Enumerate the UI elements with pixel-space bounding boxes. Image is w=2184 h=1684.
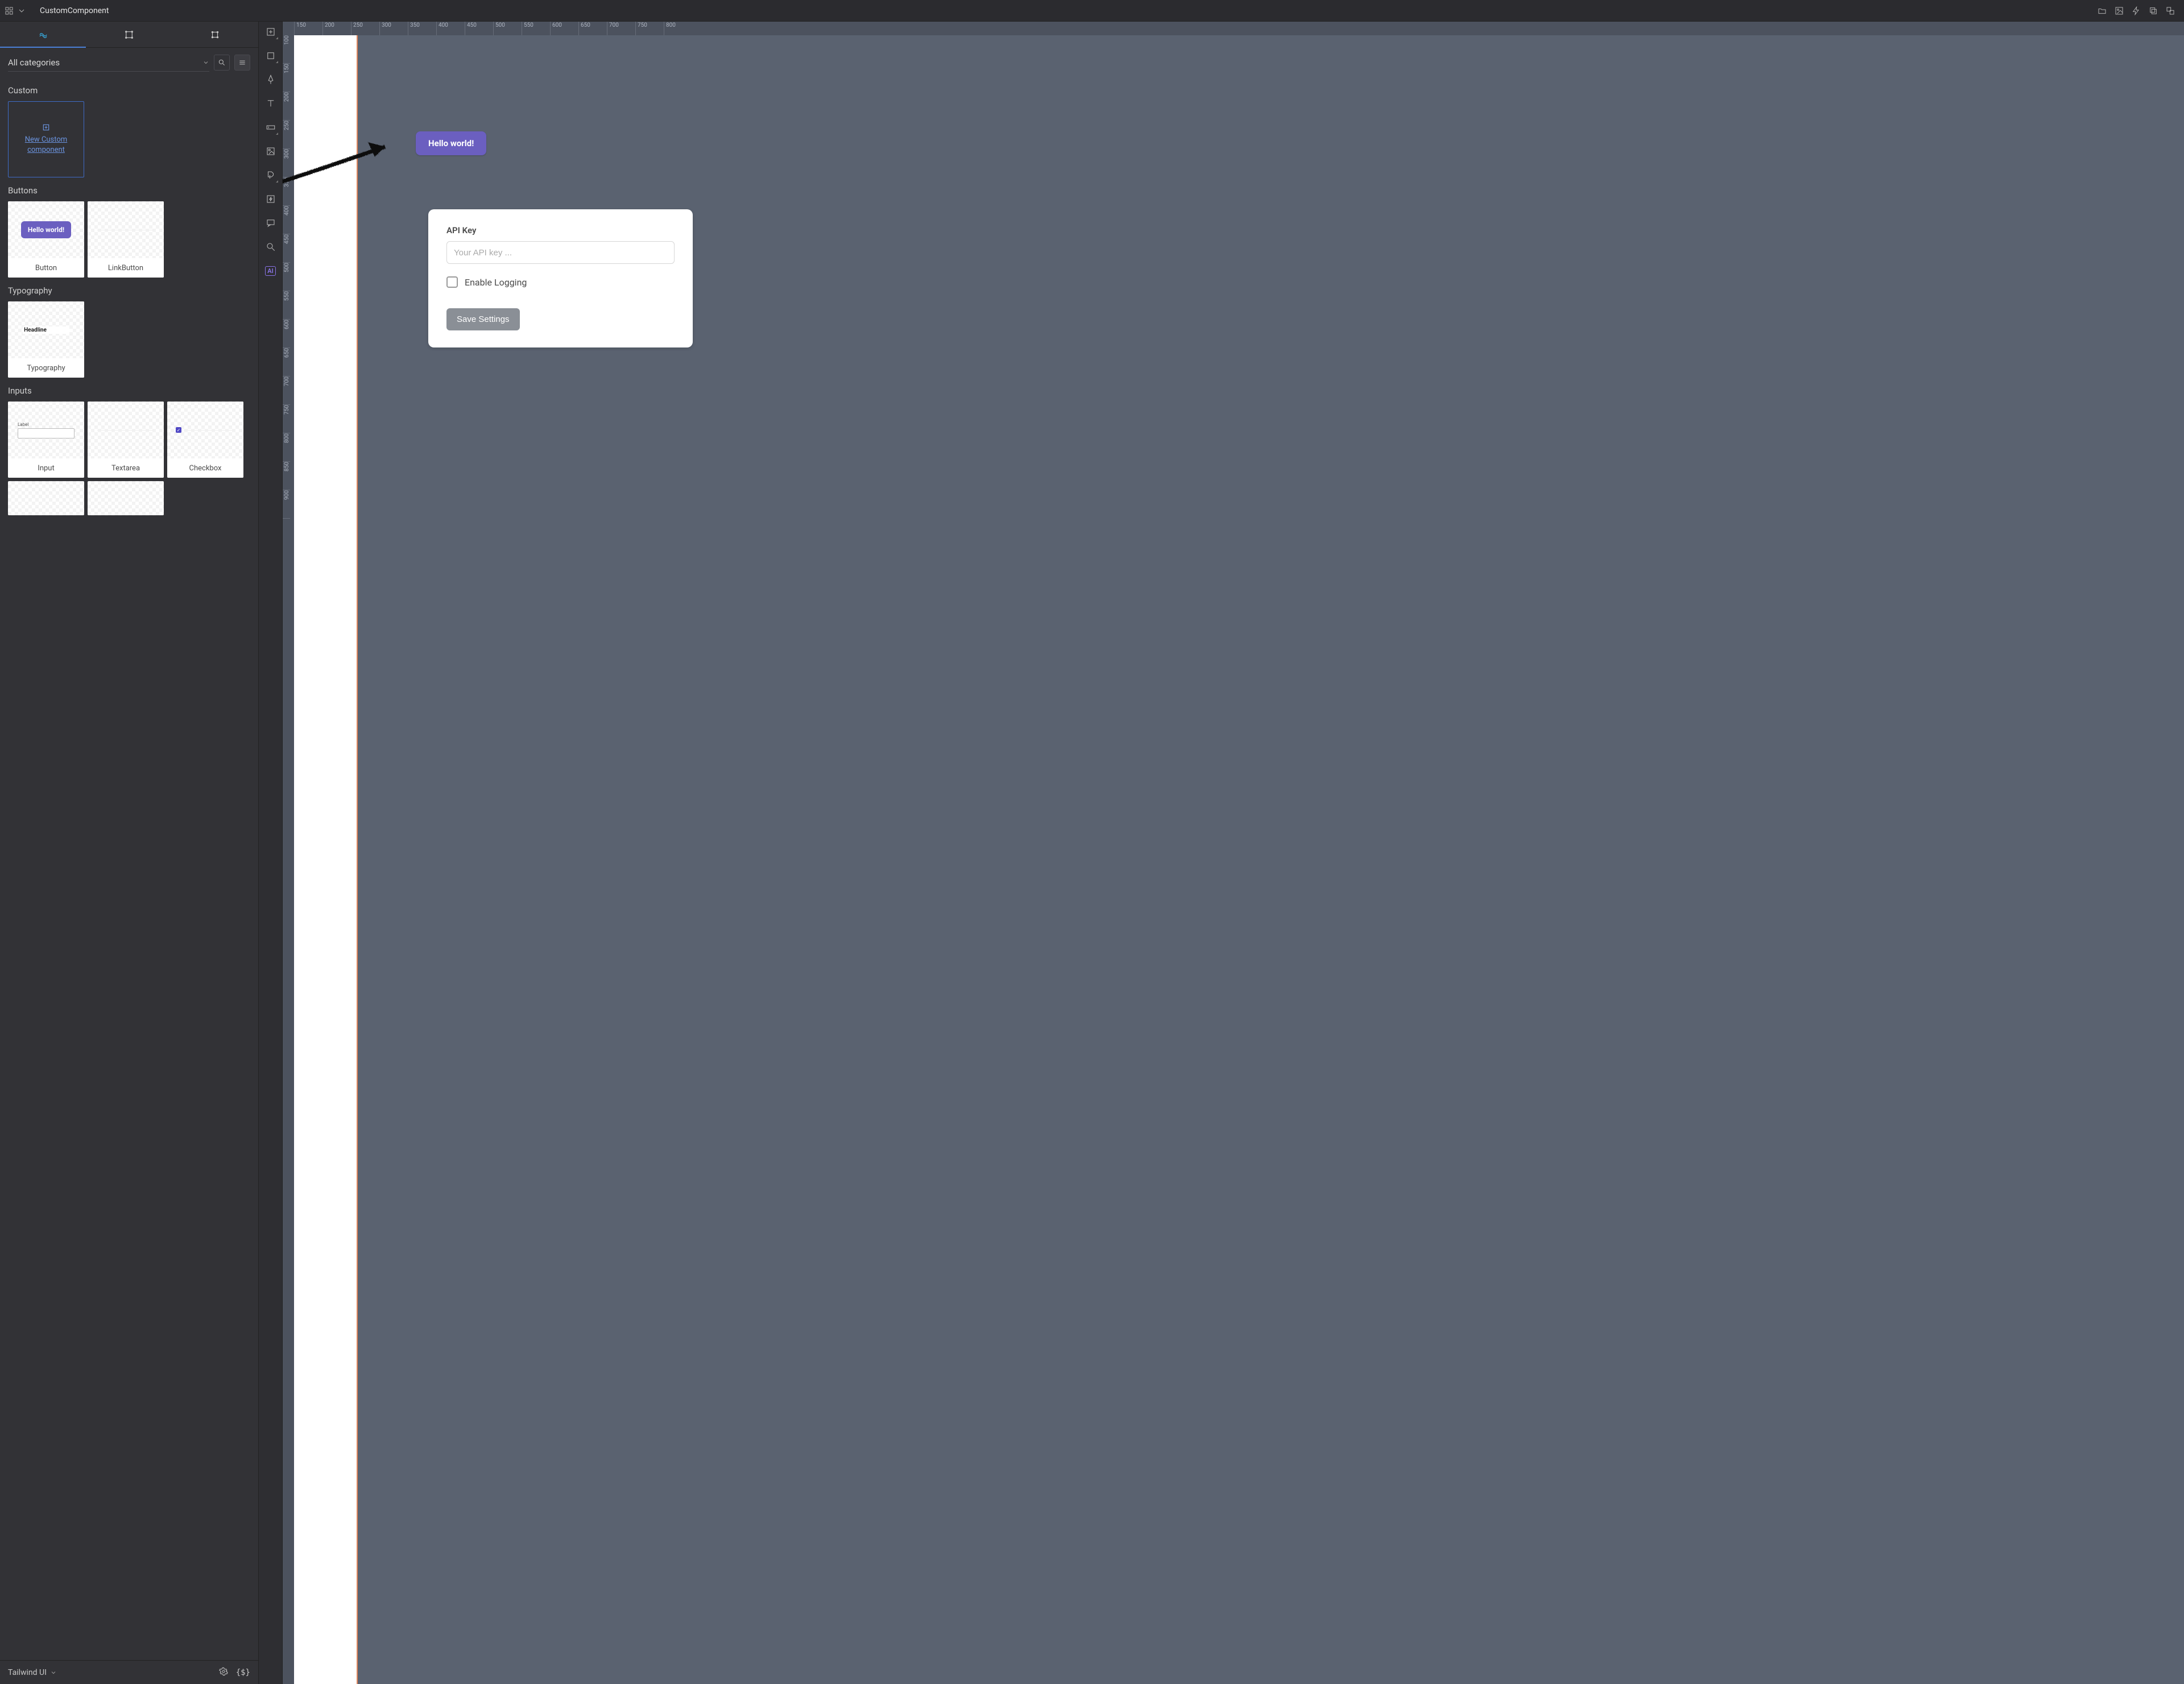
new-custom-component-card[interactable]: New Custom component	[8, 101, 84, 177]
enable-logging-checkbox[interactable]	[446, 276, 458, 288]
api-key-label: API Key	[446, 225, 675, 235]
chevron-down-icon[interactable]	[17, 6, 26, 15]
layers-icon[interactable]	[2166, 6, 2175, 15]
tool-image[interactable]	[265, 146, 276, 157]
section-buttons-title: Buttons	[8, 185, 250, 196]
component-label: LinkButton	[88, 258, 164, 278]
component-label: Textarea	[88, 458, 164, 478]
component-card-checkbox[interactable]: ✓ Checkbox	[167, 402, 243, 478]
section-inputs-title: Inputs	[8, 386, 250, 396]
component-label: Input	[8, 458, 84, 478]
canvas[interactable]: 150 200 250 300 350 400 450 500 550 600 …	[283, 22, 2184, 1684]
bolt-icon[interactable]	[2132, 6, 2141, 15]
component-card-linkbutton[interactable]: LinkButton	[88, 201, 164, 278]
preview-headline: Headline	[23, 326, 69, 334]
tool-pen[interactable]	[265, 74, 276, 85]
search-button[interactable]	[214, 55, 230, 71]
tool-input[interactable]	[265, 122, 276, 133]
library-switcher[interactable]: Tailwind UI	[8, 1668, 57, 1677]
component-card-extra-1[interactable]	[8, 481, 84, 515]
section-typography-title: Typography	[8, 286, 250, 296]
gear-icon[interactable]	[219, 1667, 228, 1678]
enable-logging-label: Enable Logging	[465, 277, 527, 288]
tool-search[interactable]	[265, 241, 276, 253]
section-custom-title: Custom	[8, 85, 250, 96]
tool-comment[interactable]	[265, 217, 276, 229]
tool-action[interactable]	[265, 193, 276, 205]
tool-ai[interactable]: AI	[265, 265, 276, 276]
page-title: CustomComponent	[40, 6, 109, 15]
component-label: Checkbox	[167, 458, 243, 478]
component-card-extra-2[interactable]	[88, 481, 164, 515]
ruler-vertical: 100 150 200 250 300 350 400 450 500 550 …	[283, 35, 294, 1684]
top-bar: CustomComponent	[0, 0, 2184, 22]
components-panel: All categories Custom New Custom compone…	[0, 22, 259, 1684]
tool-component[interactable]	[265, 169, 276, 181]
save-settings-button[interactable]: Save Settings	[446, 308, 520, 330]
component-card-button[interactable]: Hello world! Button	[8, 201, 84, 278]
new-custom-component-link[interactable]: New Custom component	[18, 135, 75, 155]
preview-button: Hello world!	[21, 221, 71, 238]
ruler-horizontal: 150 200 250 300 350 400 450 500 550 600 …	[294, 22, 2184, 35]
page-edge	[294, 35, 358, 1684]
plus-icon	[42, 123, 50, 131]
tool-insert-frame[interactable]	[265, 26, 276, 38]
apps-grid-icon[interactable]	[5, 6, 14, 15]
canvas-hello-button[interactable]: Hello world!	[416, 131, 486, 155]
category-dropdown[interactable]: All categories	[8, 53, 209, 72]
tab-frame[interactable]	[172, 22, 258, 47]
settings-card: API Key Enable Logging Save Settings	[428, 209, 693, 347]
component-card-textarea[interactable]: Textarea	[88, 402, 164, 478]
preview-input-label: Label	[18, 422, 75, 427]
copy-icon[interactable]	[2149, 6, 2158, 15]
component-card-input[interactable]: Label Input	[8, 402, 84, 478]
api-key-input[interactable]	[446, 241, 675, 264]
tool-text[interactable]	[265, 98, 276, 109]
folder-icon[interactable]	[2098, 6, 2107, 15]
component-label: Typography	[8, 358, 84, 378]
variables-icon[interactable]: {$}	[236, 1668, 250, 1677]
chevron-down-icon	[50, 1669, 57, 1676]
component-label: Button	[8, 258, 84, 278]
ruler-corner	[283, 22, 294, 35]
tab-tailwind[interactable]	[0, 22, 86, 47]
library-label: Tailwind UI	[8, 1668, 47, 1677]
image-icon[interactable]	[2115, 6, 2124, 15]
component-card-typography[interactable]: Headline Typography	[8, 301, 84, 378]
category-label: All categories	[8, 57, 60, 68]
tool-column: AI	[259, 22, 283, 1684]
list-view-button[interactable]	[234, 55, 250, 71]
tab-box[interactable]	[86, 22, 172, 47]
tool-rectangle[interactable]	[265, 50, 276, 61]
